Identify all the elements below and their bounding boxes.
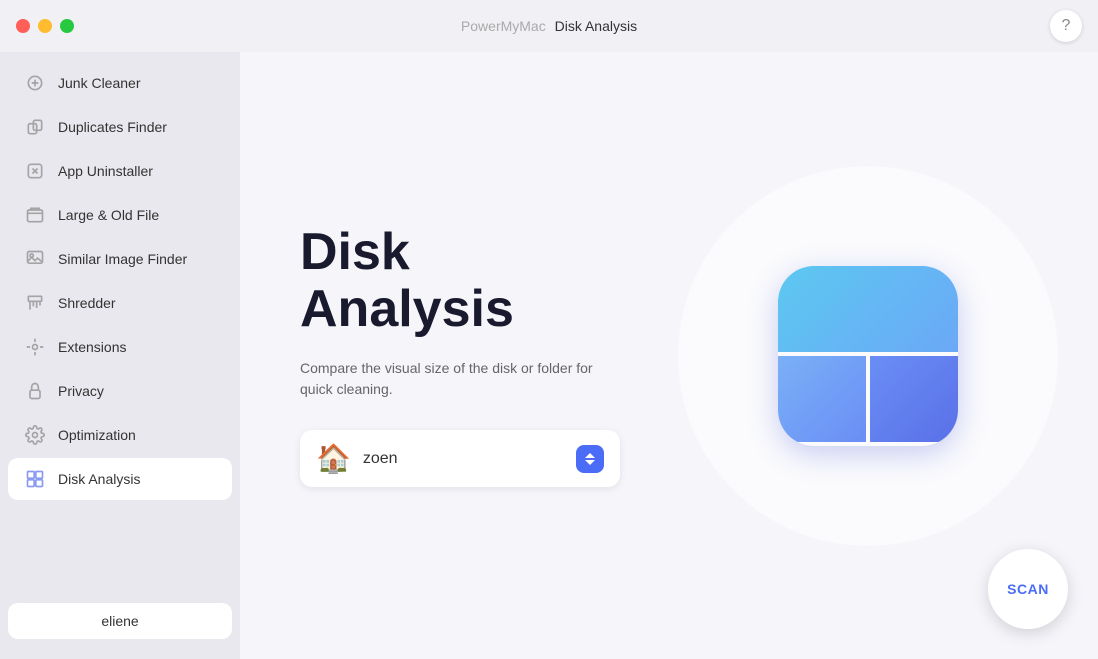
sidebar-item-large-old-file[interactable]: Large & Old File	[8, 194, 232, 236]
sidebar-item-shredder[interactable]: Shredder	[8, 282, 232, 324]
main-layout: Junk Cleaner Duplicates Finder App Uninsta…	[0, 52, 1098, 659]
large-old-file-label: Large & Old File	[58, 207, 159, 223]
large-old-file-icon	[24, 204, 46, 226]
arrow-up-icon	[585, 453, 595, 458]
arrow-down-icon	[585, 460, 595, 465]
duplicates-finder-label: Duplicates Finder	[58, 119, 167, 135]
page-title: Disk Analysis	[300, 224, 1038, 338]
sidebar-item-privacy[interactable]: Privacy	[8, 370, 232, 412]
optimization-icon	[24, 424, 46, 446]
shredder-label: Shredder	[58, 295, 116, 311]
sidebar-item-disk-analysis[interactable]: Disk Analysis	[8, 458, 232, 500]
maximize-button[interactable]	[60, 19, 74, 33]
disk-analysis-icon	[24, 468, 46, 490]
sidebar: Junk Cleaner Duplicates Finder App Uninsta…	[0, 52, 240, 659]
sidebar-item-extensions[interactable]: Extensions	[8, 326, 232, 368]
help-button[interactable]: ?	[1050, 10, 1082, 42]
privacy-label: Privacy	[58, 383, 104, 399]
folder-icon: 🏠	[316, 442, 351, 475]
junk-cleaner-label: Junk Cleaner	[58, 75, 141, 91]
similar-image-finder-label: Similar Image Finder	[58, 251, 187, 267]
selector-arrows-button[interactable]	[576, 445, 604, 473]
sidebar-bottom: eliene	[0, 591, 240, 651]
folder-selector[interactable]: 🏠 zoen	[300, 430, 620, 487]
close-button[interactable]	[16, 19, 30, 33]
junk-cleaner-icon	[24, 72, 46, 94]
app-uninstaller-label: App Uninstaller	[58, 163, 153, 179]
window-title: Disk Analysis	[555, 18, 637, 34]
disk-analysis-label: Disk Analysis	[58, 471, 140, 487]
sidebar-item-junk-cleaner[interactable]: Junk Cleaner	[8, 62, 232, 104]
sidebar-item-optimization[interactable]: Optimization	[8, 414, 232, 456]
privacy-icon	[24, 380, 46, 402]
user-button[interactable]: eliene	[8, 603, 232, 639]
selected-folder-label: zoen	[363, 450, 564, 468]
traffic-lights	[16, 19, 74, 33]
extensions-icon	[24, 336, 46, 358]
app-uninstaller-icon	[24, 160, 46, 182]
content-left: Disk Analysis Compare the visual size of…	[300, 224, 1038, 487]
optimization-label: Optimization	[58, 427, 136, 443]
sidebar-item-app-uninstaller[interactable]: App Uninstaller	[8, 150, 232, 192]
sidebar-item-similar-image-finder[interactable]: Similar Image Finder	[8, 238, 232, 280]
scan-button-container: SCAN	[988, 549, 1068, 629]
similar-image-finder-icon	[24, 248, 46, 270]
scan-button[interactable]: SCAN	[988, 549, 1068, 629]
title-bar: PowerMyMac Disk Analysis ?	[0, 0, 1098, 52]
page-description: Compare the visual size of the disk or f…	[300, 358, 600, 400]
extensions-label: Extensions	[58, 339, 126, 355]
app-name: PowerMyMac	[461, 18, 546, 34]
duplicates-finder-icon	[24, 116, 46, 138]
content-area: Disk Analysis Compare the visual size of…	[240, 52, 1098, 659]
shredder-icon	[24, 292, 46, 314]
sidebar-item-duplicates-finder[interactable]: Duplicates Finder	[8, 106, 232, 148]
minimize-button[interactable]	[38, 19, 52, 33]
